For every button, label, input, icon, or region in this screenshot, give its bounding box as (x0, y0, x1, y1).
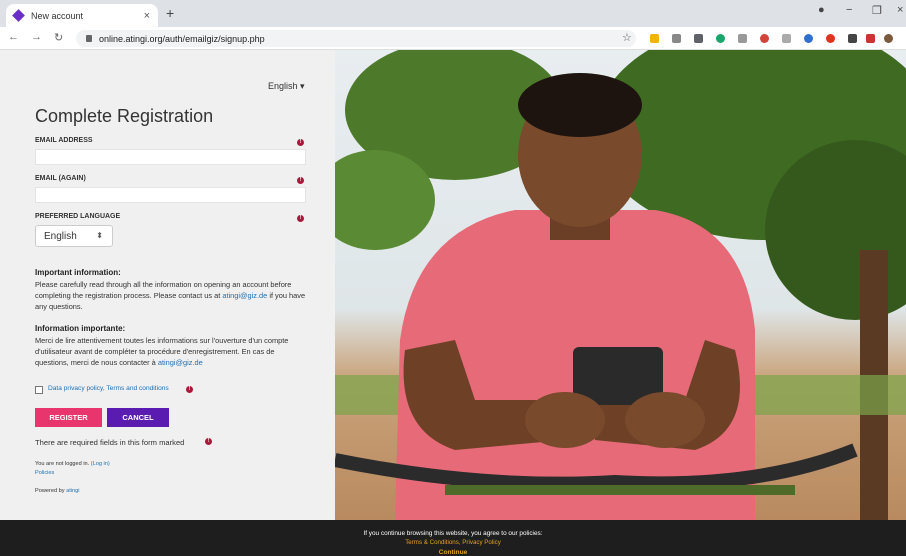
new-tab-icon[interactable]: + (166, 5, 174, 21)
contact-email-link[interactable]: atingi@giz.de (222, 291, 267, 300)
reload-icon[interactable]: ↻ (54, 31, 63, 44)
login-link[interactable]: (Log in) (91, 461, 110, 467)
email-label: EMAIL ADDRESS (35, 137, 93, 144)
account-circle-icon[interactable]: ● (818, 4, 825, 16)
policy-link[interactable]: Data privacy policy, Terms and condition… (48, 385, 169, 392)
info-heading-en: Important information: (35, 268, 121, 277)
extension-icon[interactable] (866, 34, 875, 43)
browser-tab[interactable]: New account × (6, 4, 158, 27)
tab-close-icon[interactable]: × (144, 10, 150, 22)
bookmark-star-icon[interactable]: ☆ (622, 31, 632, 44)
info-text-fr: Merci de lire attentivement toutes les i… (35, 335, 310, 368)
hero-photo-illustration (335, 50, 906, 520)
minimize-icon[interactable]: − (846, 4, 852, 16)
extension-icon[interactable] (716, 34, 725, 43)
maximize-icon[interactable]: ❐ (872, 4, 882, 17)
email-again-field[interactable] (35, 187, 306, 203)
info-text-en: Please carefully read through all the in… (35, 279, 310, 312)
extension-icon[interactable] (650, 34, 659, 43)
preferred-language-select[interactable]: English ⬍ (35, 225, 113, 247)
cookie-policy-links[interactable]: Terms & Conditions, Privacy Policy (0, 539, 906, 546)
extension-icon[interactable] (738, 34, 747, 43)
right-hand (625, 392, 705, 448)
extension-icon[interactable] (804, 34, 813, 43)
select-arrows-icon: ⬍ (96, 231, 103, 240)
hero-photo (335, 50, 906, 520)
registration-panel: English ▾ Complete Registration EMAIL AD… (0, 50, 335, 520)
email-again-label: EMAIL (AGAIN) (35, 175, 86, 182)
caret-down-icon: ▾ (300, 81, 305, 91)
login-status: You are not logged in. (Log in) (35, 461, 110, 467)
language-menu-label: English (268, 81, 298, 91)
policy-checkbox[interactable] (35, 386, 43, 394)
cookie-continue-button[interactable]: Continue (0, 549, 906, 556)
back-icon[interactable]: ← (8, 31, 19, 43)
email-field[interactable] (35, 149, 306, 165)
required-icon: ! (186, 386, 193, 393)
hair (518, 73, 642, 137)
required-icon: ! (205, 438, 212, 445)
close-window-icon[interactable]: × (897, 4, 903, 16)
required-fields-note: There are required fields in this form m… (35, 438, 185, 447)
cookie-banner: If you continue browsing this website, y… (0, 520, 906, 556)
policies-link-row: Policies (35, 470, 54, 476)
powered-by-text: Powered by (35, 488, 65, 494)
not-logged-in-text: You are not logged in. (35, 461, 90, 467)
required-icon: ! (297, 215, 304, 222)
tab-title: New account (31, 10, 84, 21)
extension-icon[interactable] (672, 34, 681, 43)
policies-link[interactable]: Policies (35, 470, 54, 476)
preferred-language-value: English (44, 230, 77, 242)
url-field[interactable]: online.atingi.org/auth/emailgiz/signup.p… (76, 30, 636, 47)
register-button[interactable]: REGISTER (35, 408, 102, 427)
extension-icon[interactable] (760, 34, 769, 43)
browser-tab-bar: New account × + ● − ❐ × (0, 0, 906, 27)
extension-icon[interactable] (848, 34, 857, 43)
forward-icon[interactable]: → (31, 31, 42, 43)
contact-email-link-fr[interactable]: atingi@giz.de (158, 358, 203, 367)
page-title: Complete Registration (35, 106, 214, 126)
lock-icon (86, 35, 92, 42)
powered-by: Powered by atingi (35, 488, 79, 494)
cancel-button[interactable]: CANCEL (107, 408, 169, 427)
required-icon: ! (297, 139, 304, 146)
address-bar: ← → ↻ online.atingi.org/auth/emailgiz/si… (0, 27, 906, 50)
extension-icon[interactable] (694, 34, 703, 43)
profile-avatar[interactable] (884, 34, 893, 43)
extension-icon[interactable] (782, 34, 791, 43)
atingi-favicon-icon (12, 9, 25, 22)
info-heading-fr: Information importante: (35, 324, 126, 333)
language-menu[interactable]: English ▾ (268, 81, 305, 92)
required-icon: ! (297, 177, 304, 184)
left-hand (525, 392, 605, 448)
extension-icon[interactable] (826, 34, 835, 43)
preferred-language-label: PREFERRED LANGUAGE (35, 213, 121, 220)
atingi-link[interactable]: atingi (66, 488, 79, 494)
url-text: online.atingi.org/auth/emailgiz/signup.p… (99, 33, 265, 44)
cookie-message: If you continue browsing this website, y… (363, 530, 543, 537)
